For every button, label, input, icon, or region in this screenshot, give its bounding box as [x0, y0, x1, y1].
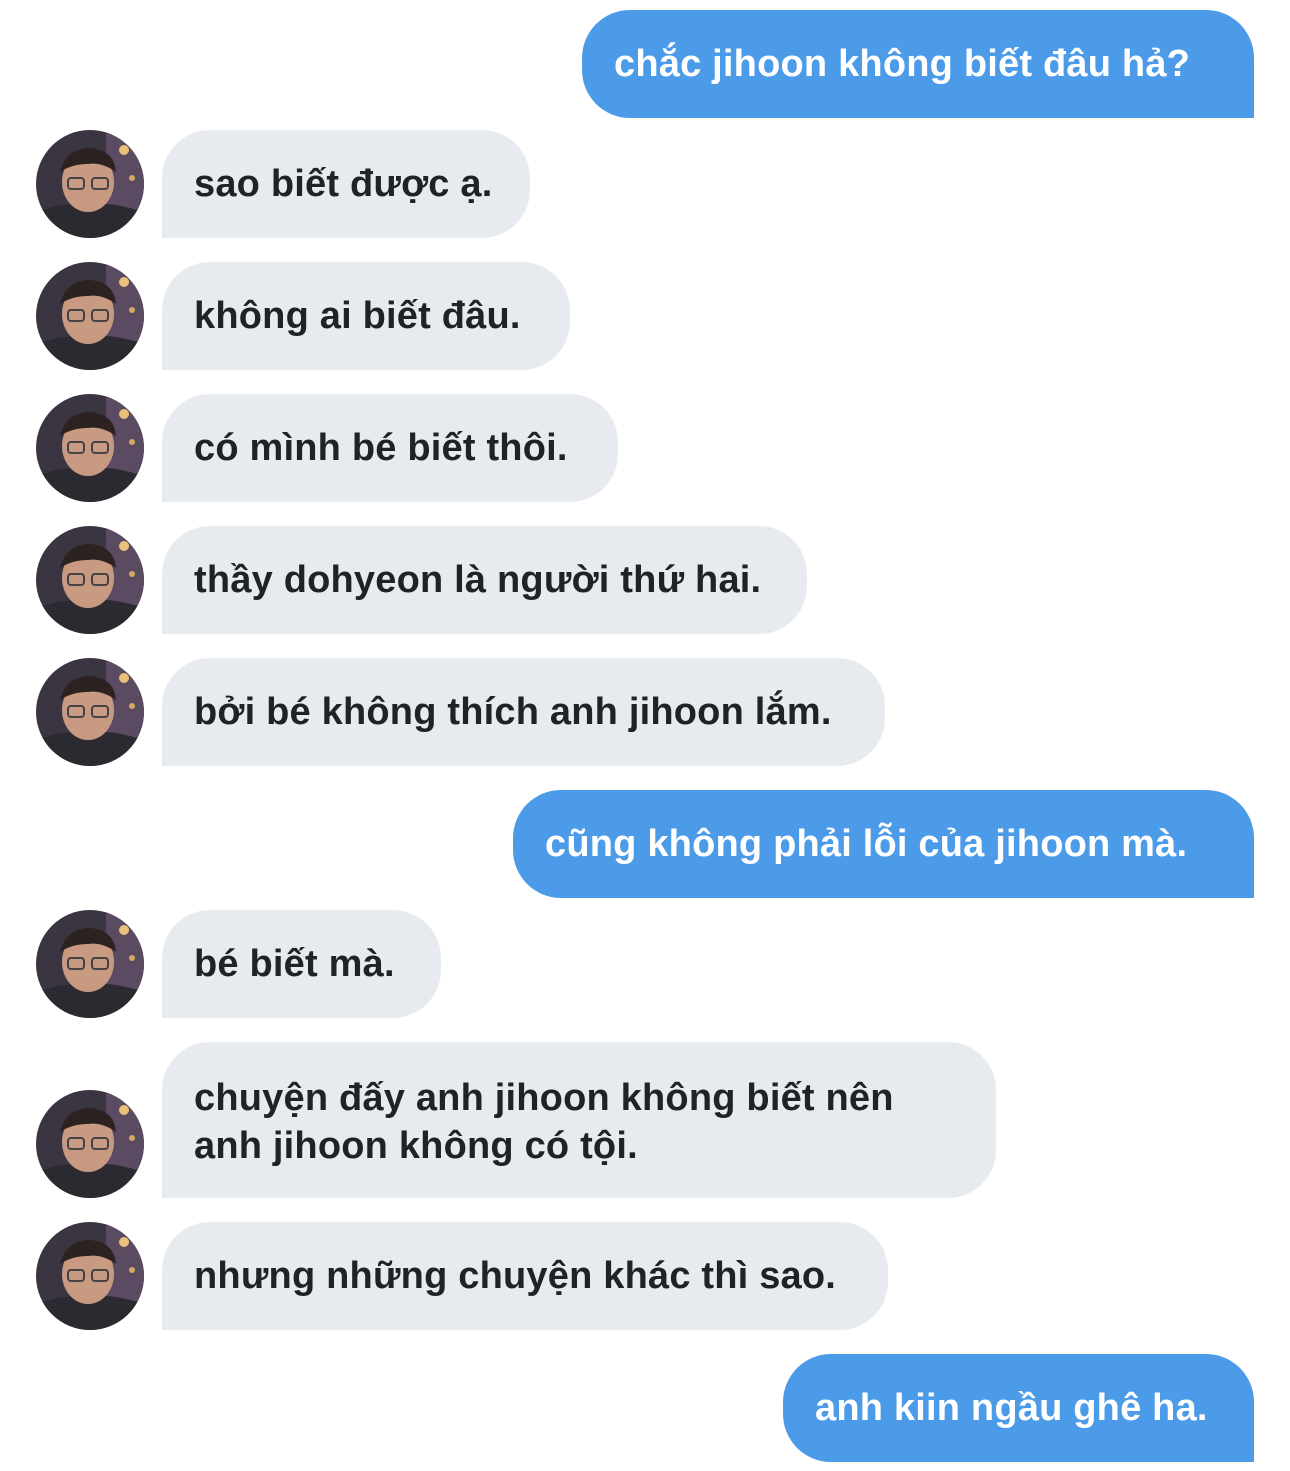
incoming-bubble[interactable]: có mình bé biết thôi. — [162, 394, 618, 502]
avatar[interactable] — [36, 910, 144, 1018]
avatar[interactable] — [36, 130, 144, 238]
avatar[interactable] — [36, 658, 144, 766]
incoming-bubble[interactable]: bé biết mà. — [162, 910, 441, 1018]
avatar[interactable] — [36, 526, 144, 634]
incoming-bubble[interactable]: nhưng những chuyện khác thì sao. — [162, 1222, 888, 1330]
avatar[interactable] — [36, 1090, 144, 1198]
incoming-bubble[interactable]: sao biết được ạ. — [162, 130, 530, 238]
outgoing-bubble[interactable]: cũng không phải lỗi của jihoon mà. — [513, 790, 1254, 898]
incoming-bubble[interactable]: thầy dohyeon là người thứ hai. — [162, 526, 807, 634]
outgoing-bubble[interactable]: anh kiin ngầu ghê ha. — [783, 1354, 1254, 1462]
avatar[interactable] — [36, 1222, 144, 1330]
outgoing-bubble[interactable]: chắc jihoon không biết đâu hả? — [582, 10, 1254, 118]
avatar[interactable] — [36, 394, 144, 502]
chat-thread: chắc jihoon không biết đâu hả? sao biết … — [0, 0, 1290, 1471]
incoming-bubble[interactable]: không ai biết đâu. — [162, 262, 570, 370]
incoming-bubble[interactable]: bởi bé không thích anh jihoon lắm. — [162, 658, 885, 766]
incoming-bubble[interactable]: chuyện đấy anh jihoon không biết nên anh… — [162, 1042, 996, 1198]
avatar[interactable] — [36, 262, 144, 370]
